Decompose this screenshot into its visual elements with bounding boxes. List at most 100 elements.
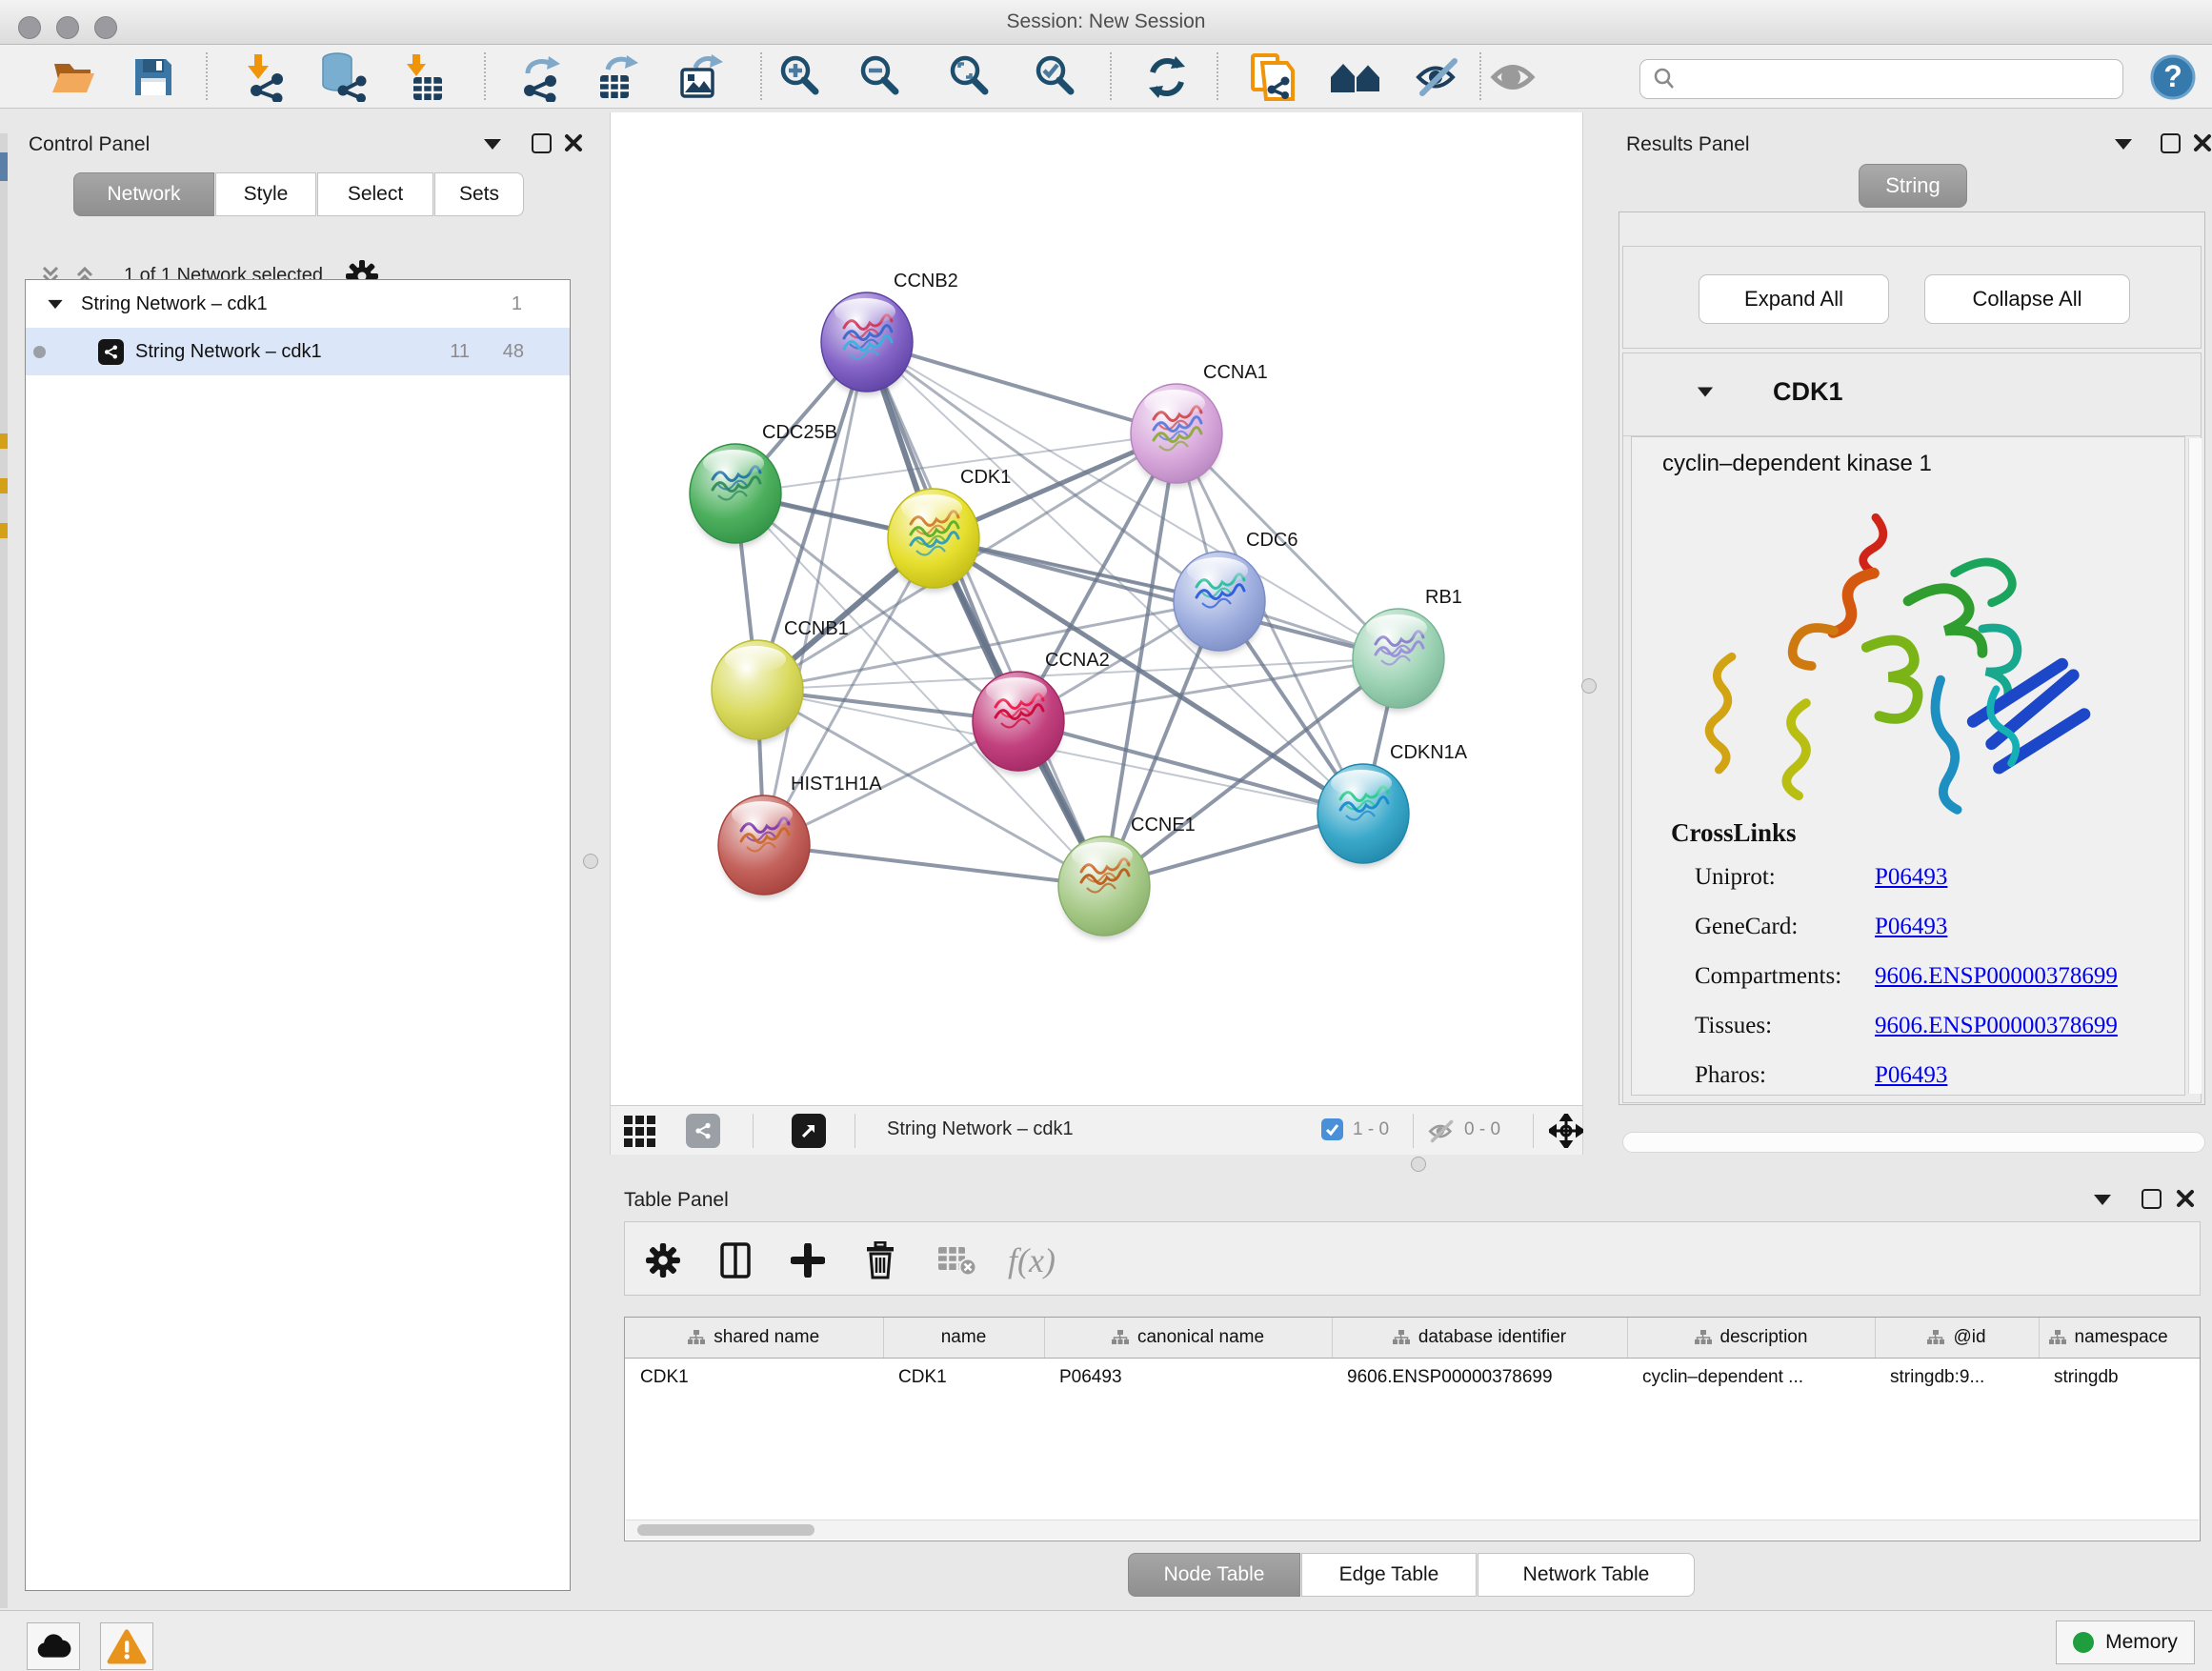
panel-menu-icon[interactable] bbox=[2115, 139, 2132, 150]
network-edge[interactable] bbox=[934, 538, 1398, 658]
help-icon[interactable]: ? bbox=[2146, 50, 2200, 104]
network-canvas[interactable]: CCNB2 CCNA1 CDC25B CDK1 CDC6 bbox=[610, 112, 1583, 1105]
splitter-handle[interactable] bbox=[1411, 1157, 1426, 1172]
save-session-icon[interactable] bbox=[127, 50, 180, 104]
panel-menu-icon[interactable] bbox=[484, 139, 501, 150]
cell-shared-name[interactable]: CDK1 bbox=[625, 1359, 883, 1398]
node-table[interactable]: shared name name canonical name database… bbox=[624, 1317, 2201, 1541]
network-view-type-icon[interactable] bbox=[686, 1114, 720, 1148]
show-all-icon[interactable] bbox=[1486, 50, 1539, 104]
export-image-icon[interactable] bbox=[673, 50, 726, 104]
column-header[interactable]: canonical name bbox=[1044, 1318, 1332, 1359]
network-collection-row[interactable]: String Network – cdk1 1 bbox=[26, 280, 570, 328]
search-field[interactable] bbox=[1639, 59, 2123, 99]
export-network-icon[interactable] bbox=[514, 50, 568, 104]
network-graph[interactable]: CCNB2 CCNA1 CDC25B CDK1 CDC6 bbox=[611, 112, 1582, 1103]
cell-database-identifier[interactable]: 9606.ENSP00000378699 bbox=[1332, 1359, 1627, 1398]
function-builder-icon[interactable]: f(x) bbox=[998, 1236, 1065, 1285]
show-columns-icon[interactable] bbox=[711, 1236, 760, 1285]
network-row-selected[interactable]: String Network – cdk1 11 48 bbox=[26, 328, 570, 375]
tab-network[interactable]: Network bbox=[73, 172, 214, 216]
panel-close-icon[interactable] bbox=[564, 133, 583, 152]
network-node[interactable]: CDC6 bbox=[1174, 530, 1297, 654]
network-edge[interactable] bbox=[867, 342, 1176, 433]
crosslink-link[interactable]: 9606.ENSP00000378699 bbox=[1875, 963, 2118, 990]
create-column-plus-icon[interactable] bbox=[783, 1236, 833, 1285]
panel-float-icon[interactable] bbox=[532, 133, 552, 153]
tab-network-table[interactable]: Network Table bbox=[1478, 1553, 1695, 1597]
column-header[interactable]: database identifier bbox=[1332, 1318, 1627, 1359]
cell-canonical-name[interactable]: P06493 bbox=[1044, 1359, 1332, 1398]
network-edge[interactable] bbox=[867, 342, 1104, 886]
network-node[interactable]: CCNB2 bbox=[821, 271, 958, 395]
tab-style[interactable]: Style bbox=[215, 172, 316, 216]
zoom-out-icon[interactable] bbox=[854, 50, 907, 104]
network-node[interactable]: CDC25B bbox=[690, 422, 837, 547]
expand-all-button[interactable]: Expand All bbox=[1699, 274, 1889, 324]
import-network-database-icon[interactable] bbox=[315, 50, 369, 104]
pan-crosshair-icon[interactable] bbox=[1549, 1114, 1583, 1148]
collapse-all-button[interactable]: Collapse All bbox=[1924, 274, 2130, 324]
table-row[interactable]: CDK1 CDK1 P06493 9606.ENSP00000378699 cy… bbox=[625, 1359, 2201, 1398]
delete-column-trash-icon[interactable] bbox=[855, 1236, 905, 1285]
cell-namespace[interactable]: stringdb bbox=[2039, 1359, 2201, 1398]
panel-close-icon[interactable] bbox=[2176, 1189, 2195, 1208]
crosslink-link[interactable]: 9606.ENSP00000378699 bbox=[1875, 1013, 2118, 1039]
column-header[interactable]: namespace bbox=[2039, 1318, 2201, 1359]
network-node[interactable]: CCNB1 bbox=[712, 618, 849, 743]
column-header[interactable]: @id bbox=[1875, 1318, 2039, 1359]
tab-node-table[interactable]: Node Table bbox=[1128, 1553, 1300, 1597]
network-node[interactable]: RB1 bbox=[1353, 587, 1462, 712]
cell-description[interactable]: cyclin–dependent ... bbox=[1627, 1359, 1875, 1398]
network-node[interactable]: CDKN1A bbox=[1317, 742, 1468, 867]
tab-sets[interactable]: Sets bbox=[434, 172, 524, 216]
apply-layout-icon[interactable] bbox=[1140, 50, 1194, 104]
section-collapse-icon[interactable] bbox=[1698, 388, 1713, 397]
zoom-selected-icon[interactable] bbox=[1029, 50, 1082, 104]
crosslink-link[interactable]: P06493 bbox=[1875, 914, 1947, 940]
warnings-button[interactable] bbox=[100, 1622, 153, 1670]
memory-button[interactable]: Memory bbox=[2056, 1621, 2195, 1664]
import-network-file-icon[interactable] bbox=[239, 50, 292, 104]
results-horizontal-scrollbar[interactable] bbox=[1622, 1132, 2205, 1153]
open-session-icon[interactable] bbox=[48, 50, 101, 104]
zoom-in-icon[interactable] bbox=[774, 50, 827, 104]
network-node[interactable]: HIST1H1A bbox=[718, 774, 882, 898]
panel-menu-icon[interactable] bbox=[2094, 1195, 2111, 1205]
network-edge[interactable] bbox=[764, 845, 1104, 886]
tab-edge-table[interactable]: Edge Table bbox=[1301, 1553, 1477, 1597]
network-edge[interactable] bbox=[764, 342, 867, 845]
panel-close-icon[interactable] bbox=[2193, 133, 2212, 152]
search-input[interactable] bbox=[1677, 68, 2122, 91]
crosslink-link[interactable]: P06493 bbox=[1875, 1062, 1947, 1089]
crosslink-link[interactable]: P06493 bbox=[1875, 864, 1947, 891]
hide-selection-icon[interactable] bbox=[1411, 50, 1464, 104]
tab-select[interactable]: Select bbox=[317, 172, 433, 216]
delete-table-icon[interactable] bbox=[932, 1236, 981, 1285]
column-header[interactable]: shared name bbox=[625, 1318, 883, 1359]
column-header[interactable]: description bbox=[1627, 1318, 1875, 1359]
gene-section-header[interactable]: CDK1 bbox=[1622, 352, 2202, 436]
table-horizontal-scrollbar[interactable] bbox=[626, 1520, 2199, 1540]
network-node[interactable]: CDK1 bbox=[888, 467, 1011, 592]
splitter-handle[interactable] bbox=[583, 854, 598, 869]
column-header[interactable]: name bbox=[883, 1318, 1044, 1359]
scrollbar-thumb[interactable] bbox=[637, 1524, 814, 1536]
tree-expand-icon[interactable] bbox=[48, 299, 62, 308]
panel-float-icon[interactable] bbox=[2142, 1189, 2162, 1209]
network-node[interactable]: CCNA1 bbox=[1131, 362, 1268, 487]
detach-view-icon[interactable] bbox=[792, 1114, 826, 1148]
results-vertical-scrollbar[interactable] bbox=[2188, 438, 2202, 1094]
grid-view-icon[interactable] bbox=[624, 1116, 655, 1152]
table-settings-gear-icon[interactable] bbox=[638, 1236, 688, 1285]
tab-string[interactable]: String bbox=[1859, 164, 1967, 208]
cell-id[interactable]: stringdb:9... bbox=[1875, 1359, 2039, 1398]
cloud-status-button[interactable] bbox=[27, 1622, 80, 1670]
zoom-fit-content-icon[interactable] bbox=[943, 50, 996, 104]
import-table-file-icon[interactable] bbox=[397, 50, 451, 104]
new-network-from-selection-icon[interactable] bbox=[1245, 50, 1298, 104]
cell-name[interactable]: CDK1 bbox=[883, 1359, 1044, 1398]
selected-checkbox-icon[interactable] bbox=[1321, 1118, 1343, 1140]
export-table-icon[interactable] bbox=[591, 50, 644, 104]
first-neighbors-icon[interactable] bbox=[1329, 50, 1382, 104]
